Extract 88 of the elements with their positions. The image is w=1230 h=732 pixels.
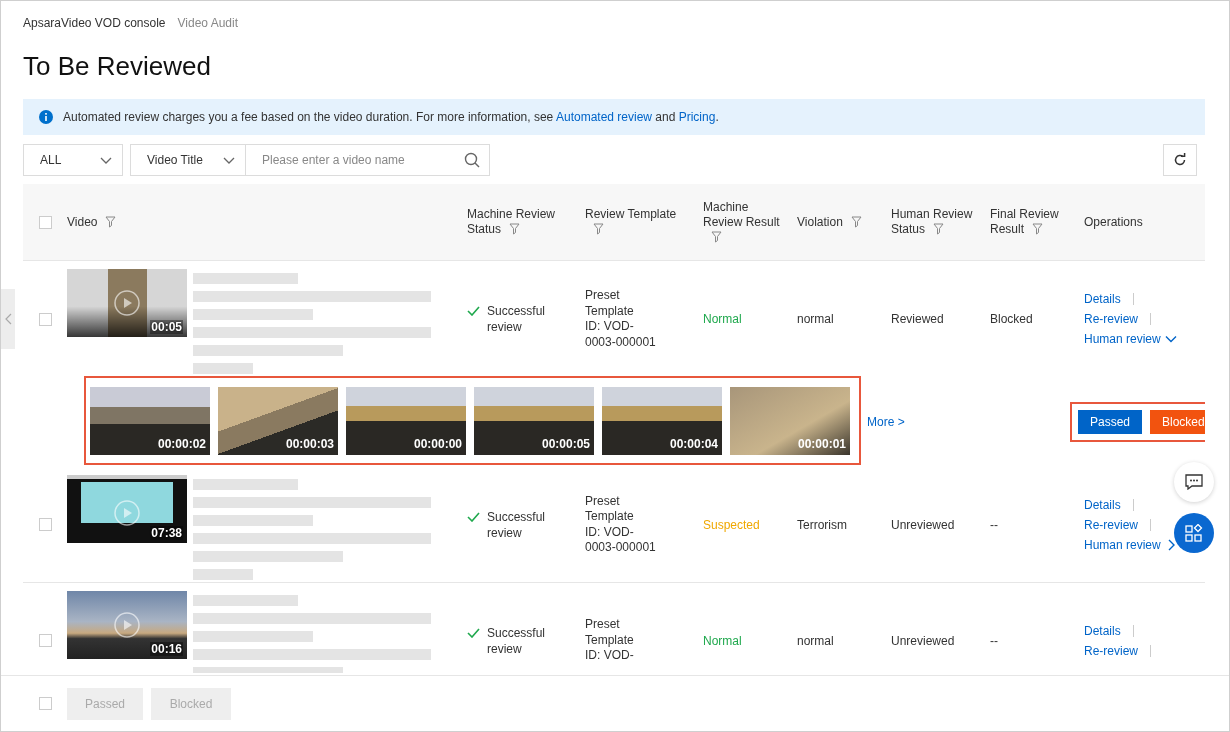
- status-text: Successful review: [487, 508, 547, 541]
- block-button[interactable]: Blocked: [1150, 410, 1205, 434]
- video-frame[interactable]: 00:00:04: [602, 387, 722, 455]
- final-result-text: Blocked: [990, 312, 1033, 326]
- final-result-text: --: [990, 517, 998, 532]
- operation-link[interactable]: Re-review: [1084, 312, 1138, 326]
- apps-icon: [1185, 524, 1203, 542]
- operation-link[interactable]: Details: [1084, 623, 1121, 638]
- breadcrumb-item[interactable]: Video Audit: [177, 16, 239, 31]
- timestamp-label: 00:00:04: [669, 437, 718, 451]
- operation-link[interactable]: Re-review: [1084, 517, 1138, 532]
- chevron-down-icon[interactable]: [1164, 333, 1177, 345]
- checkbox[interactable]: [39, 518, 52, 531]
- chevron-left-icon: [4, 313, 12, 325]
- column-header: Violation: [797, 214, 862, 230]
- column-header: Machine Review Status: [467, 207, 557, 237]
- video-thumbnail[interactable]: 07:38: [67, 475, 187, 543]
- violation-text: normal: [797, 312, 834, 326]
- operation-link[interactable]: Details: [1084, 292, 1121, 306]
- search-icon: [464, 152, 480, 168]
- info-icon: [39, 110, 53, 124]
- notice-text: Automated review charges you a fee based on the video duration. For more information, see Automated review and Pricing.: [63, 110, 719, 124]
- checkbox[interactable]: [39, 312, 52, 326]
- blurred-text: [193, 569, 253, 580]
- timestamp-label: 00:00:01: [797, 437, 846, 451]
- timestamp-label: 00:00:03: [285, 437, 334, 451]
- duration-label: 07:38: [150, 526, 183, 540]
- duration-label: 00:05: [150, 320, 183, 334]
- status-text: Successful review: [487, 624, 547, 657]
- refresh-icon: [1173, 153, 1187, 167]
- play-icon: [114, 612, 140, 638]
- blurred-text: [193, 363, 253, 374]
- timestamp-label: 00:00:00: [413, 437, 462, 451]
- column-header: Operations: [1084, 214, 1143, 230]
- check-icon: [467, 306, 480, 316]
- collapse-tab[interactable]: [1, 289, 15, 349]
- final-result-text: --: [990, 633, 998, 648]
- operation-link[interactable]: Re-review: [1084, 643, 1138, 658]
- check-icon: [467, 627, 480, 638]
- video-frame[interactable]: 00:00:00: [346, 387, 466, 455]
- scope-dropdown[interactable]: ALL: [23, 144, 123, 176]
- operation-link[interactable]: Details: [1084, 497, 1121, 512]
- pass-button[interactable]: Passed: [1078, 410, 1142, 434]
- operation-link[interactable]: Human review: [1084, 332, 1161, 346]
- template-text: Preset Template ID: VOD- 0003-000001: [585, 493, 656, 556]
- human-status-text: Unreviewed: [891, 517, 955, 532]
- timestamp-label: 00:00:02: [157, 437, 206, 451]
- result-text: Suspected: [703, 517, 760, 532]
- caret-icon: [100, 156, 112, 164]
- column-header: Review Template: [585, 207, 695, 237]
- human-status-text: Unreviewed: [891, 633, 955, 648]
- checkbox[interactable]: [39, 634, 52, 647]
- page-title: To Be Reviewed: [23, 51, 212, 81]
- check-icon: [467, 511, 480, 522]
- template-text: Preset Template ID: VOD- 0003-000001: [585, 288, 656, 350]
- chat-icon: [1185, 474, 1203, 490]
- chat-button[interactable]: [1174, 462, 1214, 502]
- link[interactable]: Automated review: [555, 110, 652, 124]
- result-text: Normal: [703, 633, 742, 648]
- template-text: Preset Template ID: VOD-: [585, 617, 634, 664]
- violation-text: Terrorism: [797, 517, 847, 532]
- video-frame[interactable]: 00:00:05: [474, 387, 594, 455]
- video-thumbnail[interactable]: 00:16: [67, 591, 187, 659]
- checkbox[interactable]: [39, 215, 52, 229]
- duration-label: 00:16: [150, 642, 183, 656]
- human-status-text: Reviewed: [891, 312, 944, 326]
- refresh-button[interactable]: [1163, 144, 1197, 176]
- result-text: Normal: [703, 312, 742, 326]
- play-icon: [114, 500, 140, 526]
- violation-text: normal: [797, 633, 834, 648]
- column-header: Human Review Status: [891, 207, 974, 237]
- play-icon: [114, 290, 140, 316]
- more-link[interactable]: More >: [867, 415, 905, 429]
- search-field[interactable]: Please enter a video name: [246, 144, 490, 176]
- checkbox[interactable]: [39, 697, 52, 710]
- column-header: Final Review Result: [990, 207, 1060, 237]
- video-frame[interactable]: 00:00:01: [730, 387, 850, 455]
- timestamp-label: 00:00:05: [541, 437, 590, 451]
- column-header: Machine Review Result: [703, 199, 789, 245]
- operation-link[interactable]: Human review: [1084, 537, 1161, 552]
- video-frame[interactable]: 00:00:02: [90, 387, 210, 455]
- video-thumbnail[interactable]: 00:05: [67, 269, 187, 337]
- field-dropdown[interactable]: Video Title: [130, 144, 246, 176]
- status-text: Successful review: [487, 303, 547, 335]
- video-frame[interactable]: 00:00:03: [218, 387, 338, 455]
- column-header: Video: [67, 214, 117, 230]
- breadcrumb-item[interactable]: ApsaraVideo VOD console: [23, 16, 166, 31]
- caret-icon: [223, 156, 235, 164]
